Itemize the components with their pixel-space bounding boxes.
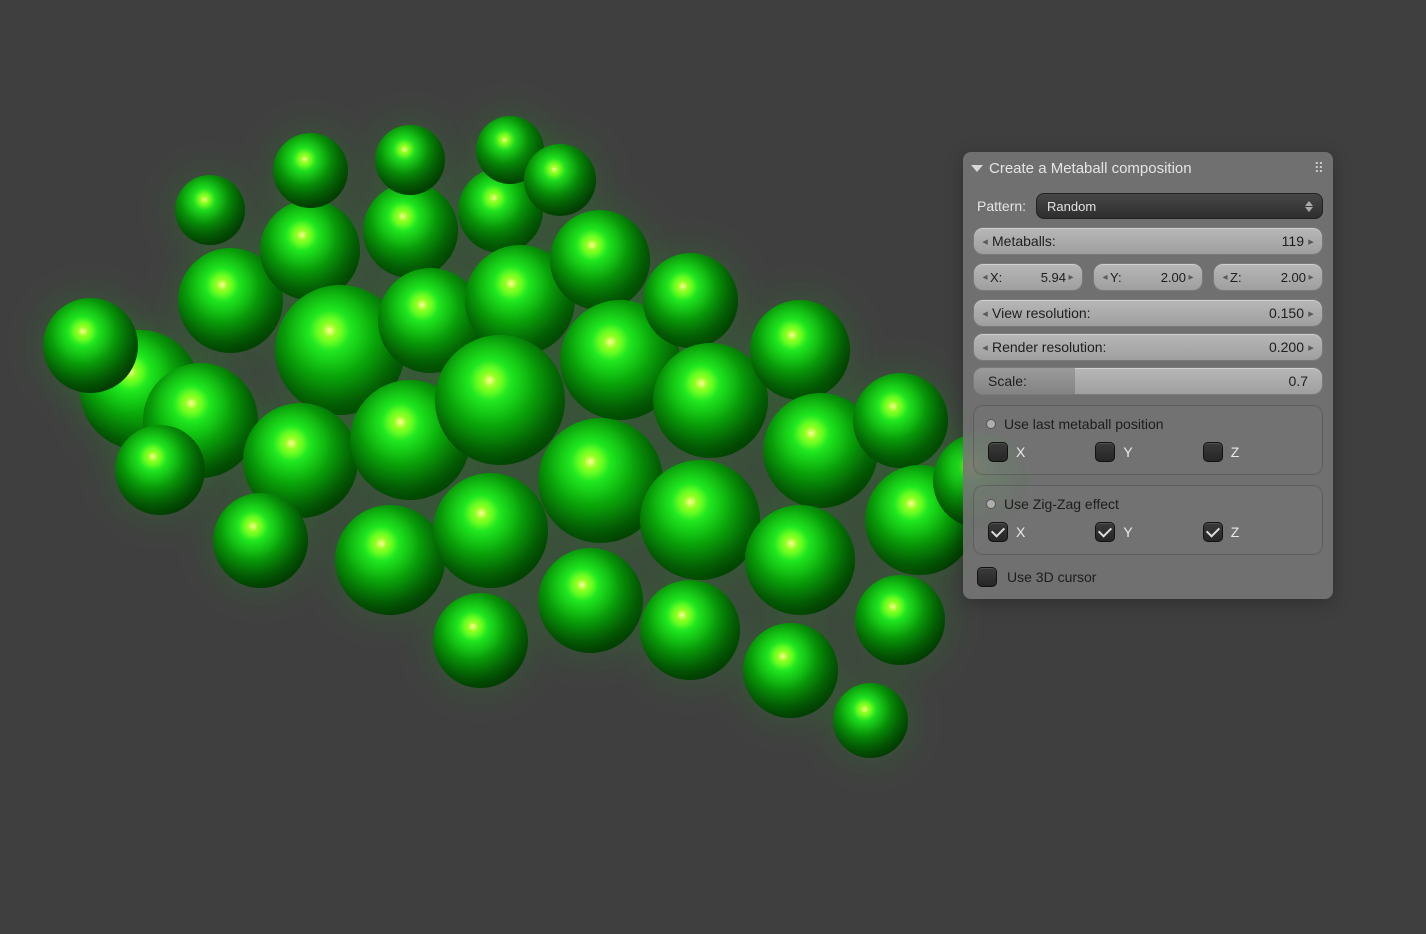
- panel-title: Create a Metaball composition: [989, 160, 1192, 177]
- drag-grip-icon[interactable]: ⠿: [1314, 160, 1323, 177]
- last-pos-x-label: X: [1016, 444, 1025, 460]
- increment-arrow-icon[interactable]: ▸: [1304, 300, 1318, 326]
- updown-arrows-icon: [1304, 197, 1314, 215]
- metaball: [745, 505, 855, 615]
- metaball: [833, 683, 908, 758]
- metaballs-value: 119: [1282, 233, 1304, 249]
- use-3d-cursor-label: Use 3D cursor: [1007, 569, 1096, 585]
- metaball: [115, 425, 205, 515]
- disclosure-triangle-icon[interactable]: [971, 165, 983, 172]
- increment-arrow-icon[interactable]: ▸: [1184, 264, 1198, 290]
- operator-panel: Create a Metaball composition ⠿ Pattern:…: [963, 152, 1333, 599]
- increment-arrow-icon[interactable]: ▸: [1304, 264, 1318, 290]
- scale-label: Scale:: [988, 373, 1027, 389]
- x-value: 5.94: [1041, 270, 1066, 285]
- metaball: [375, 125, 445, 195]
- view-resolution-value: 0.150: [1269, 305, 1304, 321]
- render-resolution-field[interactable]: ◂ Render resolution: 0.200 ▸: [973, 333, 1323, 361]
- decrement-arrow-icon[interactable]: ◂: [1218, 264, 1232, 290]
- zigzag-x-label: X: [1016, 524, 1025, 540]
- last-pos-z-checkbox[interactable]: [1203, 442, 1223, 462]
- view-resolution-label: View resolution:: [992, 305, 1091, 321]
- pattern-label: Pattern:: [973, 198, 1026, 214]
- radio-icon: [986, 499, 996, 509]
- decrement-arrow-icon[interactable]: ◂: [978, 228, 992, 254]
- metaball: [43, 298, 138, 393]
- zigzag-y-label: Y: [1123, 524, 1132, 540]
- zigzag-z-label: Z: [1231, 524, 1240, 540]
- metaball: [538, 548, 643, 653]
- metaball: [640, 460, 760, 580]
- metaball: [273, 133, 348, 208]
- metaball: [175, 175, 245, 245]
- metaball: [433, 473, 548, 588]
- metaball: [550, 210, 650, 310]
- last-pos-x-checkbox[interactable]: [988, 442, 1008, 462]
- pattern-value: Random: [1047, 199, 1096, 214]
- metaball: [640, 580, 740, 680]
- zigzag-x-checkbox[interactable]: [988, 522, 1008, 542]
- last-pos-z-label: Z: [1231, 444, 1240, 460]
- metaball: [435, 335, 565, 465]
- use-3d-cursor-checkbox[interactable]: [977, 567, 997, 587]
- zigzag-group: Use Zig-Zag effect X Y Z: [973, 485, 1323, 555]
- metaball: [433, 593, 528, 688]
- z-value: 2.00: [1281, 270, 1306, 285]
- metaball: [750, 300, 850, 400]
- last-position-group: Use last metaball position X Y Z: [973, 405, 1323, 475]
- metaball: [743, 623, 838, 718]
- metaballs-label: Metaballs:: [992, 233, 1056, 249]
- panel-header[interactable]: Create a Metaball composition ⠿: [963, 152, 1333, 185]
- metaball: [853, 373, 948, 468]
- z-field[interactable]: ◂ Z: 2.00 ▸: [1213, 263, 1323, 291]
- metaball: [335, 505, 445, 615]
- zigzag-z-checkbox[interactable]: [1203, 522, 1223, 542]
- metaball: [855, 575, 945, 665]
- zigzag-y-checkbox[interactable]: [1095, 522, 1115, 542]
- last-position-title: Use last metaball position: [1004, 416, 1164, 432]
- metaball: [643, 253, 738, 348]
- decrement-arrow-icon[interactable]: ◂: [978, 300, 992, 326]
- metaball: [524, 144, 596, 216]
- metaball: [213, 493, 308, 588]
- increment-arrow-icon[interactable]: ▸: [1064, 264, 1078, 290]
- radio-icon: [986, 419, 996, 429]
- view-resolution-field[interactable]: ◂ View resolution: 0.150 ▸: [973, 299, 1323, 327]
- decrement-arrow-icon[interactable]: ◂: [1098, 264, 1112, 290]
- metaball: [363, 183, 458, 278]
- increment-arrow-icon[interactable]: ▸: [1304, 334, 1318, 360]
- zigzag-title: Use Zig-Zag effect: [1004, 496, 1119, 512]
- metaballs-field[interactable]: ◂ Metaballs: 119 ▸: [973, 227, 1323, 255]
- last-pos-y-label: Y: [1123, 444, 1132, 460]
- scale-slider[interactable]: Scale: 0.7: [973, 367, 1323, 395]
- decrement-arrow-icon[interactable]: ◂: [978, 264, 992, 290]
- render-resolution-value: 0.200: [1269, 339, 1304, 355]
- last-pos-y-checkbox[interactable]: [1095, 442, 1115, 462]
- increment-arrow-icon[interactable]: ▸: [1304, 228, 1318, 254]
- y-field[interactable]: ◂ Y: 2.00 ▸: [1093, 263, 1203, 291]
- decrement-arrow-icon[interactable]: ◂: [978, 334, 992, 360]
- scale-value: 0.7: [1289, 373, 1308, 389]
- pattern-select[interactable]: Random: [1036, 193, 1323, 219]
- x-field[interactable]: ◂ X: 5.94 ▸: [973, 263, 1083, 291]
- y-value: 2.00: [1161, 270, 1186, 285]
- render-resolution-label: Render resolution:: [992, 339, 1106, 355]
